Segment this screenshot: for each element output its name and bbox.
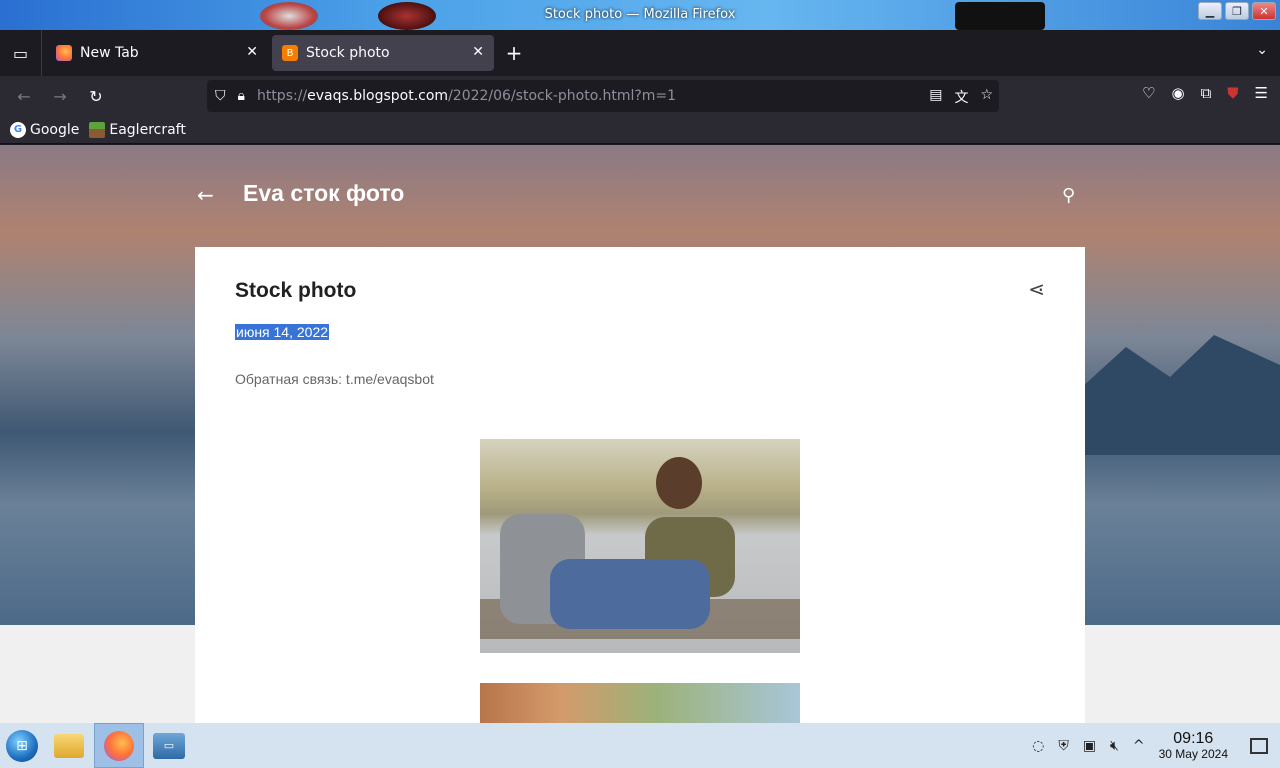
boy-head-shape <box>656 457 702 509</box>
network-icon[interactable]: ◌ <box>1032 738 1044 754</box>
url-text[interactable]: https://evaqs.blogspot.com/2022/06/stock… <box>257 88 676 104</box>
tab-strip: ▭ New Tab ✕ B Stock photo ✕ + ⌄ <box>0 30 1280 76</box>
tab-label: New Tab <box>80 45 139 61</box>
bookmark-label: Eaglercraft <box>109 121 186 138</box>
chevron-down-icon[interactable]: ⌄ <box>1256 42 1268 58</box>
forward-button[interactable]: → <box>42 80 78 112</box>
window-controls: ▁ ❐ ✕ <box>1198 2 1276 20</box>
new-tab-button[interactable]: + <box>494 35 534 71</box>
taskbar-remote-desktop[interactable]: ▭ <box>144 723 194 768</box>
clock-time: 09:16 <box>1173 729 1214 747</box>
navigation-toolbar: ← → ↻ ⛉ 🔒︎ https://evaqs.blogspot.com/20… <box>0 76 1280 116</box>
url-path: /2022/06/stock-photo.html?m=1 <box>448 88 677 104</box>
taskbar: ⊞ ▭ ◌ ⛨ ▣ 🔇︎ ^ 09:16 30 May 2024 <box>0 723 1280 768</box>
grass-block-icon <box>89 121 106 138</box>
taskbar-firefox[interactable] <box>94 723 144 768</box>
pocket-icon[interactable]: ♡ <box>1142 84 1155 102</box>
mountain-scenery <box>1060 335 1280 455</box>
blogger-icon: B <box>282 45 298 61</box>
translate-icon[interactable]: 文 <box>954 87 968 107</box>
bookmark-eaglercraft[interactable]: Eaglercraft <box>89 121 186 138</box>
folder-icon <box>54 733 84 758</box>
bookmarks-toolbar: G Google Eaglercraft <box>0 116 1280 144</box>
boy-jeans-shape <box>550 559 710 629</box>
tab-stock-photo[interactable]: B Stock photo ✕ <box>272 35 494 71</box>
share-icon[interactable]: ⋖ <box>1028 277 1045 301</box>
back-arrow-icon[interactable]: ← <box>197 183 214 207</box>
stock-photo-boy-on-bench[interactable] <box>480 439 800 653</box>
clock-date: 30 May 2024 <box>1158 746 1228 761</box>
reload-button[interactable]: ↻ <box>78 80 114 112</box>
post-date[interactable]: июня 14, 2022 <box>235 324 330 340</box>
close-tab-icon[interactable]: ✕ <box>472 44 484 60</box>
account-icon[interactable]: ◉ <box>1171 84 1184 102</box>
tab-new-tab[interactable]: New Tab ✕ <box>46 35 268 71</box>
window-title: Stock photo — Mozilla Firefox <box>544 7 736 22</box>
firefox-icon <box>56 45 72 61</box>
back-button[interactable]: ← <box>6 80 42 112</box>
tab-list-icon: ▭ <box>12 43 29 63</box>
close-tab-icon[interactable]: ✕ <box>246 44 258 60</box>
chevron-up-icon[interactable]: ^ <box>1133 738 1145 754</box>
clipboard-icon[interactable]: ▣ <box>1083 738 1096 754</box>
firefox-icon <box>104 730 134 761</box>
close-button[interactable]: ✕ <box>1252 2 1276 20</box>
url-bar[interactable]: ⛉ 🔒︎ https://evaqs.blogspot.com/2022/06/… <box>207 80 999 112</box>
list-all-tabs-button[interactable]: ▭ <box>0 30 42 76</box>
url-host: evaqs.blogspot.com <box>307 88 449 104</box>
feedback-text: Обратная связь: t.me/evaqsbot <box>235 371 434 387</box>
bookmark-label: Google <box>30 121 80 138</box>
post-card: Stock photo ⋖ июня 14, 2022 Обратная свя… <box>195 247 1085 723</box>
url-scheme: https:// <box>256 88 308 104</box>
start-button[interactable]: ⊞ <box>0 723 44 768</box>
shield-icon[interactable]: ⛉ <box>215 88 226 104</box>
url-actions: ▤ 文 ☆ <box>929 87 993 107</box>
minimize-button[interactable]: ▁ <box>1198 2 1222 20</box>
show-desktop-button[interactable] <box>1250 737 1268 754</box>
security-icon[interactable]: ⛨ <box>1058 738 1069 754</box>
maximize-button[interactable]: ❐ <box>1225 2 1249 20</box>
blog-title[interactable]: Eva сток фото <box>243 180 404 207</box>
lock-icon[interactable]: 🔒︎ <box>238 88 245 104</box>
remote-desktop-icon: ▭ <box>153 732 185 759</box>
search-icon[interactable]: ⚲ <box>1062 185 1075 206</box>
extensions-icon[interactable]: ⧉ <box>1201 84 1212 102</box>
reader-view-icon[interactable]: ▤ <box>929 87 942 107</box>
toolbar-right: ♡ ◉ ⧉ ⛊ ☰ <box>1142 84 1268 102</box>
speaker-muted-icon[interactable]: 🔇︎ <box>1110 738 1119 754</box>
system-tray: ◌ ⛨ ▣ 🔇︎ ^ 09:16 30 May 2024 <box>1032 723 1280 768</box>
bookmark-star-icon[interactable]: ☆ <box>980 87 993 107</box>
taskbar-file-explorer[interactable] <box>44 723 94 768</box>
bookmark-google[interactable]: G Google <box>10 121 80 138</box>
google-icon: G <box>10 121 26 138</box>
windows-logo-icon: ⊞ <box>6 729 38 762</box>
window-titlebar: Stock photo — Mozilla Firefox ▁ ❐ ✕ <box>0 0 1280 30</box>
clock[interactable]: 09:16 30 May 2024 <box>1158 729 1228 761</box>
tab-label: Stock photo <box>306 45 390 61</box>
ublock-icon[interactable]: ⛊ <box>1227 84 1238 102</box>
stock-photo-building[interactable] <box>480 683 800 723</box>
page-content: ← Eva сток фото ⚲ Stock photo ⋖ июня 14,… <box>0 145 1280 723</box>
post-title: Stock photo <box>235 279 357 302</box>
menu-icon[interactable]: ☰ <box>1255 84 1268 102</box>
